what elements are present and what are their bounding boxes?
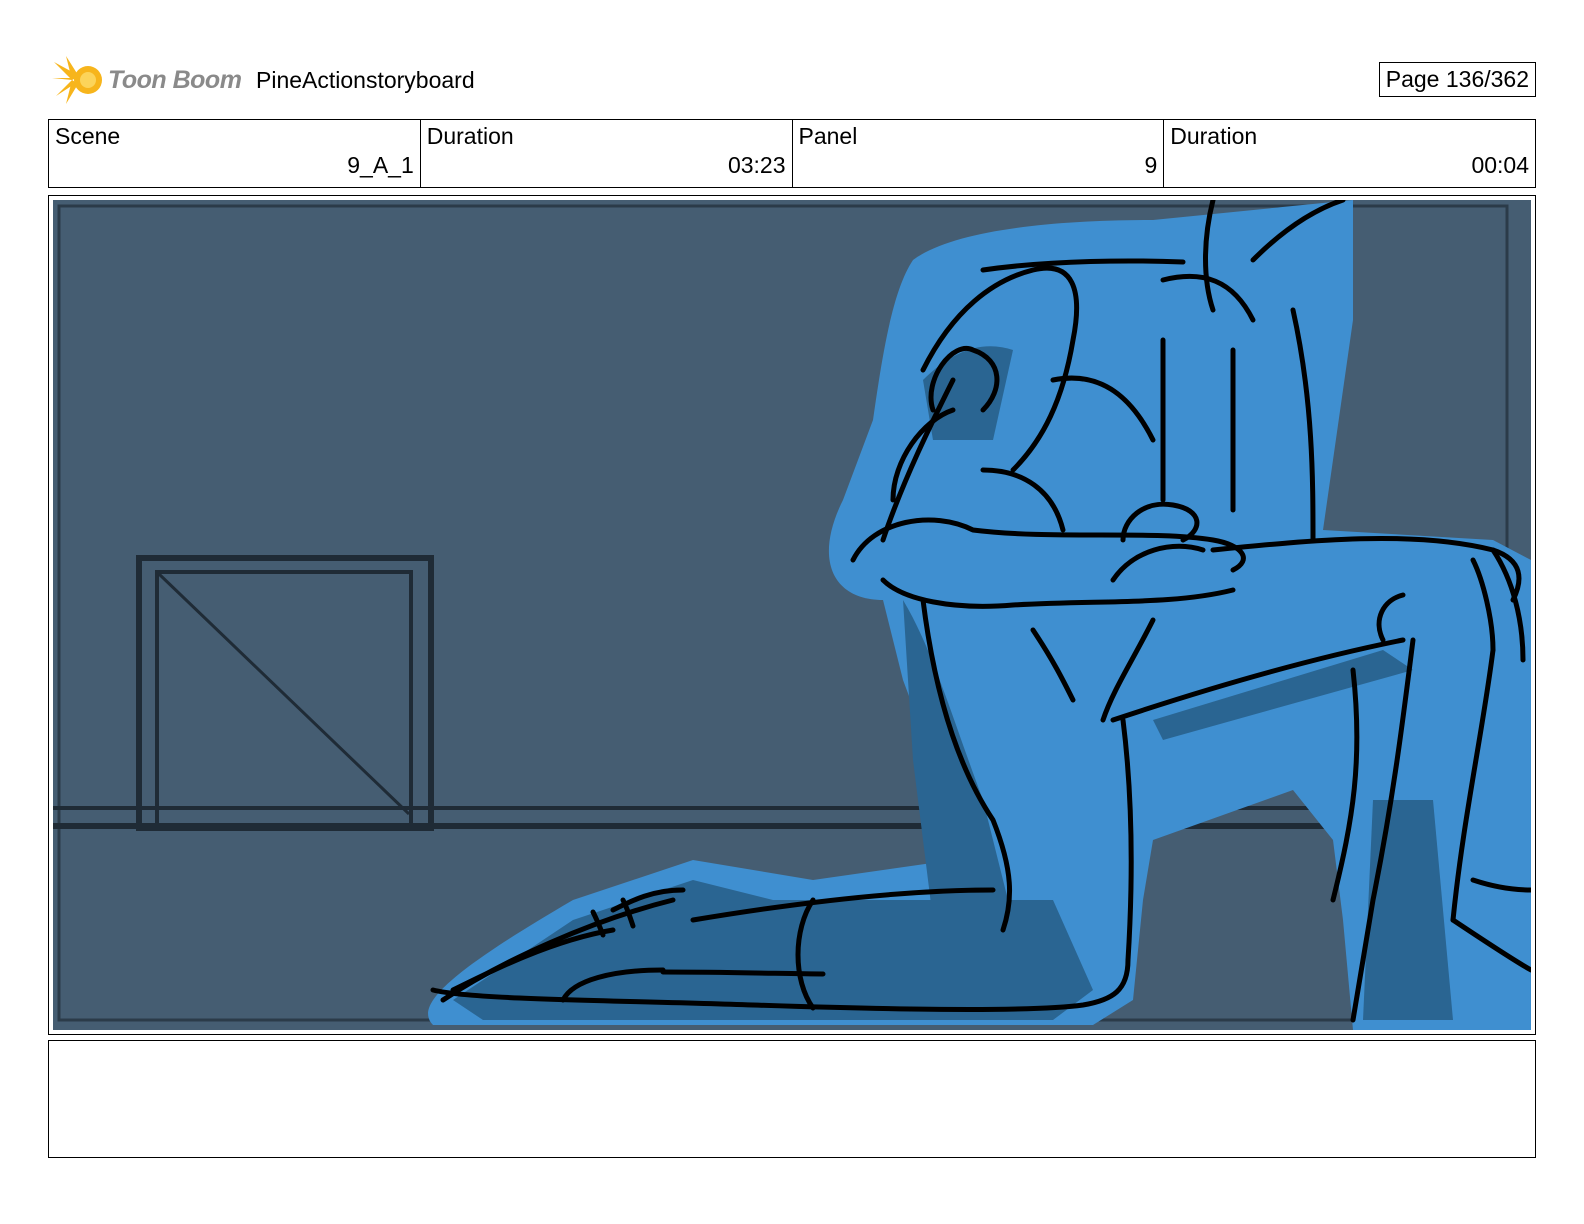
storyboard-panel-image bbox=[53, 200, 1531, 1030]
logo-text: Toon Boom bbox=[108, 66, 242, 94]
scene-label: Scene bbox=[55, 123, 121, 149]
star-burst-icon bbox=[52, 56, 102, 104]
project-title: PineActionstoryboard bbox=[256, 67, 475, 93]
scene-value: 9_A_1 bbox=[347, 152, 414, 178]
kneeling-figure-sketch bbox=[53, 200, 1531, 1030]
panel-notes-box bbox=[48, 1040, 1536, 1158]
scene-duration-cell: Duration 03:23 bbox=[421, 120, 793, 187]
panel-duration-label: Duration bbox=[1170, 123, 1258, 149]
panel-cell: Panel 9 bbox=[793, 120, 1165, 187]
scene-info-table: Scene 9_A_1 Duration 03:23 Panel 9 Durat… bbox=[48, 119, 1536, 188]
scene-duration-value: 03:23 bbox=[727, 152, 786, 178]
panel-duration-cell: Duration 00:04 bbox=[1164, 120, 1535, 187]
panel-value: 9 bbox=[1144, 152, 1158, 178]
toon-boom-logo: Toon Boom bbox=[52, 54, 242, 106]
page-number: Page 136/362 bbox=[1378, 62, 1536, 97]
storyboard-panel-frame bbox=[48, 195, 1536, 1035]
scene-cell: Scene 9_A_1 bbox=[49, 120, 421, 187]
scene-duration-label: Duration bbox=[426, 123, 514, 149]
panel-label: Panel bbox=[798, 123, 858, 149]
panel-duration-value: 00:04 bbox=[1471, 152, 1529, 178]
page-header: Toon Boom PineActionstoryboard Page 136/… bbox=[48, 52, 1536, 108]
